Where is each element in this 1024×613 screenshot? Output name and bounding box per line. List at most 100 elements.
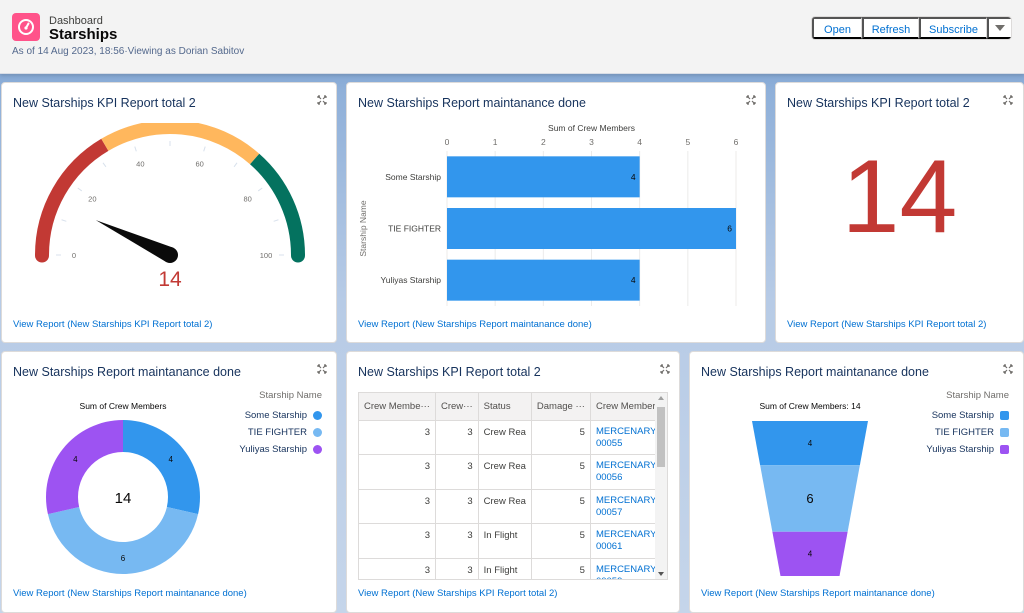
x-tick-label: 2 (541, 137, 546, 147)
table-cell: Crew Rea (478, 454, 532, 490)
expand-icon[interactable] (317, 95, 327, 105)
gauge-tick (203, 146, 206, 152)
table-cell: 5 (531, 558, 591, 579)
legend-item[interactable]: Yuliyas Starship (239, 441, 322, 458)
view-report-link[interactable]: View Report (New Starships KPI Report to… (787, 319, 986, 330)
refresh-button[interactable]: Refresh (862, 17, 919, 39)
gauge-tick-label: 80 (243, 195, 251, 204)
slice-data-label: 6 (121, 554, 126, 563)
chart-title: Sum of Crew Members: 14 (759, 401, 860, 411)
column-header[interactable]: Damage ··· (531, 393, 591, 421)
chart-legend: Starship Name Some Starship TIE FIGHTER Yu… (239, 390, 322, 458)
gauge-cap (35, 248, 49, 263)
legend-label: Yuliyas Starship (239, 444, 307, 455)
gauge-needle (95, 220, 174, 263)
scroll-up-icon[interactable] (658, 396, 664, 400)
page-title: Starships (49, 26, 118, 43)
table-cell: 3 (359, 523, 436, 559)
y-tick-label: Yuliyas Starship (381, 275, 442, 285)
table-row: 3 3 In Flight 5 MERCENARY- 00061 (359, 523, 667, 559)
table-cell: 3 (435, 523, 479, 559)
x-tick-label: 0 (445, 137, 450, 147)
expand-icon[interactable] (317, 364, 327, 374)
column-header[interactable]: Crew Membe··· (359, 393, 436, 421)
card-title: New Starships KPI Report total 2 (13, 96, 196, 110)
page-subtitle: As of 14 Aug 2023, 18:56·Viewing as Dori… (12, 46, 245, 57)
table-cell: Crew Rea (478, 489, 532, 524)
gauge-band (101, 123, 260, 165)
donut-chart-card: New Starships Report maintanance done Su… (1, 351, 337, 613)
legend-item[interactable]: Some Starship (239, 407, 322, 424)
expand-icon[interactable] (746, 95, 756, 105)
y-tick-label: TIE FIGHTER (388, 224, 441, 234)
legend-item[interactable]: TIE FIGHTER (926, 424, 1009, 441)
gauge-tick-label: 60 (195, 160, 203, 169)
column-header[interactable]: Crew··· (435, 393, 479, 421)
view-report-link[interactable]: View Report (New Starships Report mainta… (13, 588, 247, 599)
dashboard-header: Dashboard Starships As of 14 Aug 2023, 1… (0, 0, 1024, 74)
gauge-needle-hub (162, 247, 178, 263)
card-title: New Starships Report maintanance done (13, 365, 241, 379)
bar-chart: Sum of Crew Members 0 1 2 3 4 5 6 Some Starship 4… (358, 123, 739, 306)
bar-chart-card: New Starships Report maintanance done Su… (346, 82, 766, 343)
table-cell: 3 (359, 420, 436, 455)
slice-data-label: 4 (73, 455, 78, 464)
bar-data-label: 4 (631, 172, 636, 182)
view-report-link[interactable]: View Report (New Starships Report mainta… (701, 588, 935, 599)
legend-title: Starship Name (946, 390, 1009, 401)
funnel-chart: Sum of Crew Members: 14 4 6 4 (752, 401, 868, 576)
table-row: 3 3 Crew Rea 5 MERCENARY- 00055 (359, 420, 667, 455)
bar[interactable] (447, 156, 640, 198)
donut-center-total: 14 (115, 490, 132, 507)
metric-card: New Starships KPI Report total 2 14 View… (775, 82, 1024, 343)
scrollbar-thumb[interactable] (657, 407, 665, 467)
chart-legend: Starship Name Some Starship TIE FIGHTER Yu… (926, 390, 1009, 458)
dashboard-gauge-icon (12, 13, 40, 41)
legend-label: Yuliyas Starship (926, 444, 994, 455)
expand-icon[interactable] (1003, 364, 1013, 374)
legend-item[interactable]: TIE FIGHTER (239, 424, 322, 441)
expand-icon[interactable] (1003, 95, 1013, 105)
table-card: New Starships KPI Report total 2 Crew Me… (346, 351, 680, 613)
bar[interactable] (447, 208, 736, 249)
legend-label: TIE FIGHTER (247, 427, 307, 438)
table-cell: Crew Rea (478, 420, 532, 455)
legend-item[interactable]: Yuliyas Starship (926, 441, 1009, 458)
view-report-link[interactable]: View Report (New Starships KPI Report to… (13, 319, 212, 330)
scroll-down-icon[interactable] (658, 572, 664, 576)
gauge-tick-label: 100 (260, 251, 273, 260)
gauge-tick (273, 219, 279, 222)
column-header[interactable]: Status (478, 393, 532, 421)
gauge-tick (102, 162, 107, 168)
view-report-link[interactable]: View Report (New Starships KPI Report to… (358, 588, 557, 599)
card-title: New Starships Report maintanance done (358, 96, 586, 110)
table-cell: 3 (435, 558, 479, 579)
funnel-chart-card: New Starships Report maintanance done Su… (689, 351, 1024, 613)
gauge-tick-label: 0 (72, 251, 76, 260)
expand-icon[interactable] (660, 364, 670, 374)
view-report-link[interactable]: View Report (New Starships Report mainta… (358, 319, 592, 330)
x-axis-title: Sum of Crew Members (548, 123, 635, 133)
open-button[interactable]: Open (812, 17, 862, 39)
legend-item[interactable]: Some Starship (926, 407, 1009, 424)
table-cell: In Flight (478, 558, 532, 579)
table-cell: 3 (359, 558, 436, 579)
donut-slice[interactable] (47, 507, 199, 574)
donut-slice[interactable] (45, 420, 123, 515)
table-scrollbar[interactable] (655, 393, 667, 579)
legend-label: Some Starship (931, 410, 994, 421)
slice-data-label: 4 (168, 455, 173, 464)
bar[interactable] (447, 259, 640, 301)
y-tick-label: Some Starship (385, 172, 441, 182)
table-cell: 5 (531, 420, 591, 455)
gauge-card: New Starships KPI Report total 2 0 20 40 60… (1, 82, 337, 343)
x-tick-label: 5 (685, 137, 690, 147)
subscribe-button[interactable]: Subscribe (919, 17, 987, 39)
card-title: New Starships KPI Report total 2 (787, 96, 970, 110)
donut-slice[interactable] (123, 420, 200, 515)
x-tick-label: 4 (637, 137, 642, 147)
more-actions-button[interactable] (987, 17, 1011, 39)
gauge-tick (134, 146, 137, 152)
legend-title: Starship Name (259, 390, 322, 401)
chevron-down-icon (995, 25, 1005, 31)
